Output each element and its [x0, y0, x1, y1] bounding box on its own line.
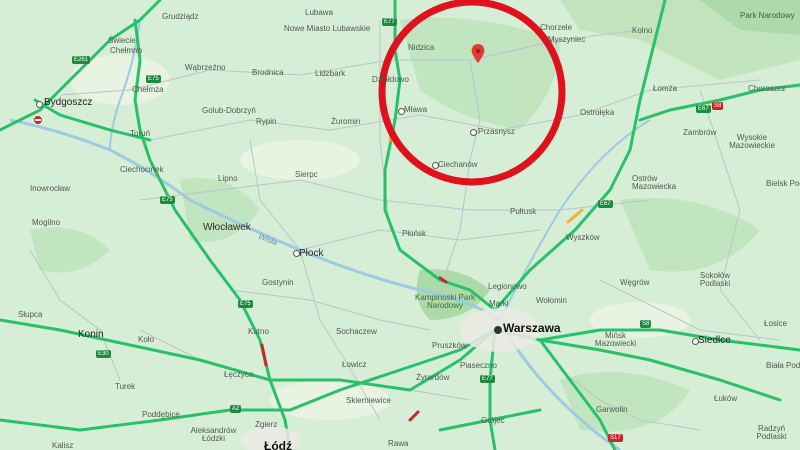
place-label[interactable]: Koło [138, 336, 154, 344]
place-label[interactable]: Grudziądz [162, 13, 198, 21]
place-label[interactable]: Kalisz [52, 442, 73, 450]
place-label[interactable]: Łuków [714, 395, 737, 403]
place-label[interactable]: Łosice [764, 320, 787, 328]
place-label[interactable]: Biała Pod [766, 362, 800, 370]
place-label[interactable]: Ciechanów [438, 161, 478, 169]
place-label[interactable]: Aleksandrów Łódzki [186, 427, 241, 443]
place-label[interactable]: Wąbrzeźno [185, 64, 225, 72]
road-shield: S8 [712, 102, 724, 110]
place-label[interactable]: Rypin [256, 118, 276, 126]
place-label[interactable]: Bielsk Pod [766, 180, 800, 188]
place-label[interactable]: Słupca [18, 311, 42, 319]
place-label[interactable]: Legionowo [488, 283, 527, 291]
road-shield: E67 [696, 105, 711, 113]
place-label[interactable]: Płock [299, 249, 323, 259]
place-label[interactable]: Wysokie Mazowieckie [722, 134, 782, 150]
place-label[interactable]: Łowicz [342, 361, 366, 369]
place-label[interactable]: Golub-Dobrzyń [202, 107, 256, 115]
road-shield: E75 [146, 75, 161, 83]
place-label[interactable]: Działdowo [372, 76, 409, 84]
place-label[interactable]: Ostrołęka [580, 109, 614, 117]
road-shield: S8 [640, 320, 652, 328]
place-label[interactable]: Płońsk [402, 230, 426, 238]
capital-dot [494, 326, 502, 334]
place-label[interactable]: Sochaczew [336, 328, 377, 336]
place-dot [36, 101, 43, 108]
place-label[interactable]: Nowe Miasto Lubawskie [284, 25, 370, 33]
road-shield: S17 [608, 434, 623, 442]
place-label[interactable]: Wołomin [536, 297, 567, 305]
place-label[interactable]: Turek [115, 383, 135, 391]
place-label[interactable]: Ostrów Mazowiecka [632, 175, 692, 191]
place-label[interactable]: Choroszcz [748, 85, 786, 93]
place-label[interactable]: Bydgoszcz [44, 98, 92, 108]
place-label[interactable]: Chorzele [540, 24, 572, 32]
place-label[interactable]: Chełmno [110, 47, 142, 55]
place-label[interactable]: Toruń [130, 130, 150, 138]
place-label[interactable]: Piaseczno [460, 362, 497, 370]
park-label[interactable]: Kampinoski Park Narodowy [410, 294, 480, 310]
road-shield: E67 [598, 200, 613, 208]
capital-label[interactable]: Warszawa [503, 322, 561, 334]
place-label[interactable]: Lipno [218, 175, 238, 183]
place-label[interactable]: Rawa [388, 440, 408, 448]
road-shield: E77 [480, 375, 495, 383]
place-label[interactable]: Inowrocław [30, 185, 70, 193]
place-label[interactable]: Lidzbark [315, 70, 345, 78]
place-label[interactable]: Poddębice [142, 411, 180, 419]
place-label[interactable]: Kolno [632, 27, 652, 35]
place-dot [692, 338, 699, 345]
place-label[interactable]: Łomża [653, 85, 677, 93]
place-dot [293, 250, 300, 257]
place-label[interactable]: Zambrów [683, 129, 716, 137]
place-label[interactable]: Sokołów Podlaski [690, 272, 740, 288]
place-label[interactable]: Ciechocinek [120, 166, 164, 174]
city-label[interactable]: Łódź [264, 440, 292, 450]
place-label[interactable]: Nidzica [408, 44, 434, 52]
place-label[interactable]: Grójec [481, 417, 505, 425]
place-label[interactable]: Skierniewice [346, 397, 391, 405]
place-label[interactable]: Żuromin [331, 118, 360, 126]
place-dot [432, 162, 439, 169]
place-label[interactable]: Park Narodowy [740, 12, 795, 20]
place-label[interactable]: Wyszków [566, 234, 600, 242]
place-label[interactable]: Włocławek [203, 223, 251, 233]
road-shield: E75 [160, 196, 175, 204]
place-label[interactable]: Lubawa [305, 9, 333, 17]
place-dot [470, 129, 477, 136]
place-label[interactable]: Garwolin [596, 406, 628, 414]
road-shield: E75 [238, 300, 253, 308]
place-label[interactable]: Brodnica [252, 69, 284, 77]
place-label[interactable]: Zgierz [255, 421, 277, 429]
road-shield: E30 [96, 350, 111, 358]
place-label[interactable]: Świecie [108, 37, 136, 45]
place-label[interactable]: Pruszków [432, 342, 467, 350]
place-label[interactable]: Myszyniec [548, 36, 585, 44]
place-label[interactable]: Konin [78, 330, 104, 340]
place-label[interactable]: Marki [489, 300, 509, 308]
place-label[interactable]: Chełmża [132, 86, 164, 94]
place-label[interactable]: Pułtusk [510, 208, 536, 216]
place-label[interactable]: Sierpc [295, 171, 318, 179]
place-label[interactable]: Łęczyca [224, 371, 253, 379]
place-label[interactable]: Siedlce [698, 336, 731, 346]
map-view[interactable]: Grudziądz Lubawa Nowe Miasto Lubawskie N… [0, 0, 800, 450]
place-label[interactable]: Węgrów [620, 279, 649, 287]
place-label[interactable]: Gostynin [262, 279, 294, 287]
place-label[interactable]: Mogilno [32, 219, 60, 227]
place-label[interactable]: Żyrardów [416, 374, 449, 382]
place-dot [398, 108, 405, 115]
road-shield: E77 [382, 18, 397, 26]
place-label[interactable]: Kutno [248, 328, 269, 336]
place-label[interactable]: Radzyń Podlaski [744, 425, 799, 441]
road-shield: A2 [230, 405, 242, 413]
place-label[interactable]: Przasnysz [478, 128, 515, 136]
road-shield: E261 [72, 56, 91, 64]
place-label[interactable]: Mława [404, 106, 427, 114]
place-label[interactable]: Mińsk Mazowiecki [588, 332, 643, 348]
